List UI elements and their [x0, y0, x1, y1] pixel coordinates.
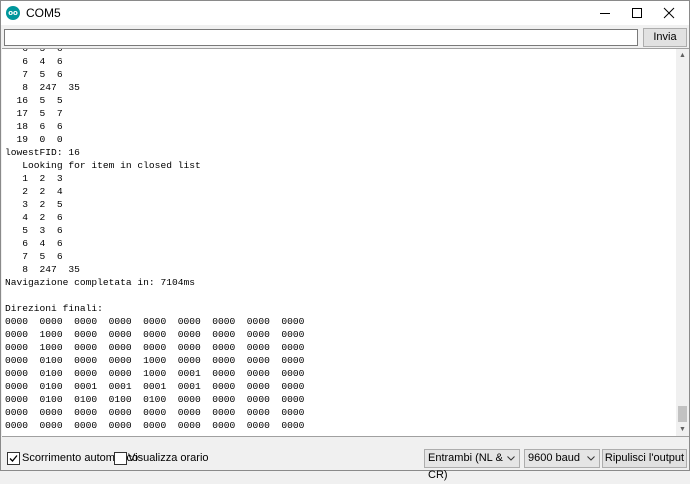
checkmark-icon	[9, 455, 18, 462]
maximize-button[interactable]	[621, 1, 653, 25]
serial-output-line: 5 3 6	[5, 225, 63, 236]
title-bar[interactable]: oo COM5	[1, 1, 689, 25]
serial-output-line: 18 6 6	[5, 121, 63, 132]
clear-output-button[interactable]: Ripulisci l'output	[602, 449, 687, 468]
serial-output-line: 0000 0100 0001 0001 0001 0001 0000 0000 …	[5, 381, 305, 392]
autoscroll-checkbox[interactable]	[7, 452, 20, 465]
serial-output-line: 0000 0100 0000 0000 1000 0000 0000 0000 …	[5, 355, 305, 366]
serial-output-line: Direzioni finali:	[5, 303, 103, 314]
arduino-icon: oo	[6, 6, 20, 20]
maximize-icon	[632, 8, 642, 18]
status-bar: Scorrimento automatico Visualizza orario…	[1, 445, 689, 481]
serial-monitor-window: oo COM5 Invia 6 5 6 6 4 6 7 5 6 8 247 35…	[0, 0, 690, 481]
serial-output-line: lowestFID: 16	[5, 147, 80, 158]
serial-output-line: 8 247 35	[5, 82, 80, 93]
serial-output-line	[5, 289, 304, 302]
scroll-thumb[interactable]	[678, 406, 687, 422]
line-ending-select[interactable]: Entrambi (NL & CR)	[424, 449, 520, 481]
serial-output-line: 0000 1000 0000 0000 0000 0000 0000 0000 …	[5, 342, 305, 353]
line-ending-value: Entrambi (NL & CR)	[428, 452, 503, 481]
close-icon	[663, 7, 675, 19]
serial-output-line: 4 2 6	[5, 212, 63, 223]
minimize-button[interactable]	[589, 1, 621, 25]
serial-output-line: 6 4 6	[5, 56, 63, 67]
serial-output-line: 3 2 5	[5, 199, 63, 210]
serial-output-line: 7 5 6	[5, 69, 63, 80]
serial-output-text: 6 5 6 6 4 6 7 5 6 8 247 35 16 5 5 17 5 7…	[5, 48, 305, 432]
serial-output-line: 0000 0000 0000 0000 0000 0000 0000 0000 …	[5, 407, 305, 418]
serial-output-line: 8 247 35	[5, 264, 80, 275]
serial-output-line: 0000 0100 0100 0100 0100 0000 0000 0000 …	[5, 394, 305, 405]
timestamp-checkbox[interactable]	[114, 452, 127, 465]
serial-output-line: 0000 0000 0000 0000 0000 0000 0000 0000 …	[5, 420, 305, 431]
serial-output-line: 2 2 4	[5, 186, 63, 197]
serial-output-line: 0000 0000 0000 0000 0000 0000 0000 0000 …	[5, 316, 305, 327]
serial-output-line: 1 2 3	[5, 173, 63, 184]
scroll-down-arrow-icon[interactable]: ▼	[676, 423, 689, 436]
serial-output-line: 17 5 7	[5, 108, 63, 119]
serial-output-line: 0000 1000 0000 0000 0000 0000 0000 0000 …	[5, 329, 305, 340]
send-input[interactable]	[4, 29, 638, 46]
close-button[interactable]	[653, 1, 685, 25]
serial-output-line: 19 0 0	[5, 134, 63, 145]
chevron-down-icon	[587, 456, 595, 461]
baud-rate-value: 9600 baud	[528, 452, 580, 464]
vertical-scrollbar[interactable]: ▲ ▼	[676, 48, 689, 437]
serial-output-line: 6 4 6	[5, 238, 63, 249]
chevron-down-icon	[507, 456, 515, 461]
serial-output-line: 6 5 6	[5, 48, 63, 54]
serial-output-line: Navigazione completata in: 7104ms	[5, 277, 195, 288]
window-title: COM5	[26, 6, 61, 20]
baud-rate-select[interactable]: 9600 baud	[524, 449, 600, 468]
serial-output-line: 16 5 5	[5, 95, 63, 106]
serial-output-line: Looking for item in closed list	[5, 160, 201, 171]
serial-output-area[interactable]: 6 5 6 6 4 6 7 5 6 8 247 35 16 5 5 17 5 7…	[2, 48, 676, 437]
send-bar: Invia	[1, 25, 689, 48]
serial-output-line: 0000 0100 0000 0000 1000 0001 0000 0000 …	[5, 368, 305, 379]
timestamp-label[interactable]: Visualizza orario	[128, 452, 209, 464]
serial-output-line: 7 5 6	[5, 251, 63, 262]
minimize-icon	[600, 13, 610, 14]
scroll-up-arrow-icon[interactable]: ▲	[676, 49, 689, 62]
send-button[interactable]: Invia	[643, 28, 687, 47]
